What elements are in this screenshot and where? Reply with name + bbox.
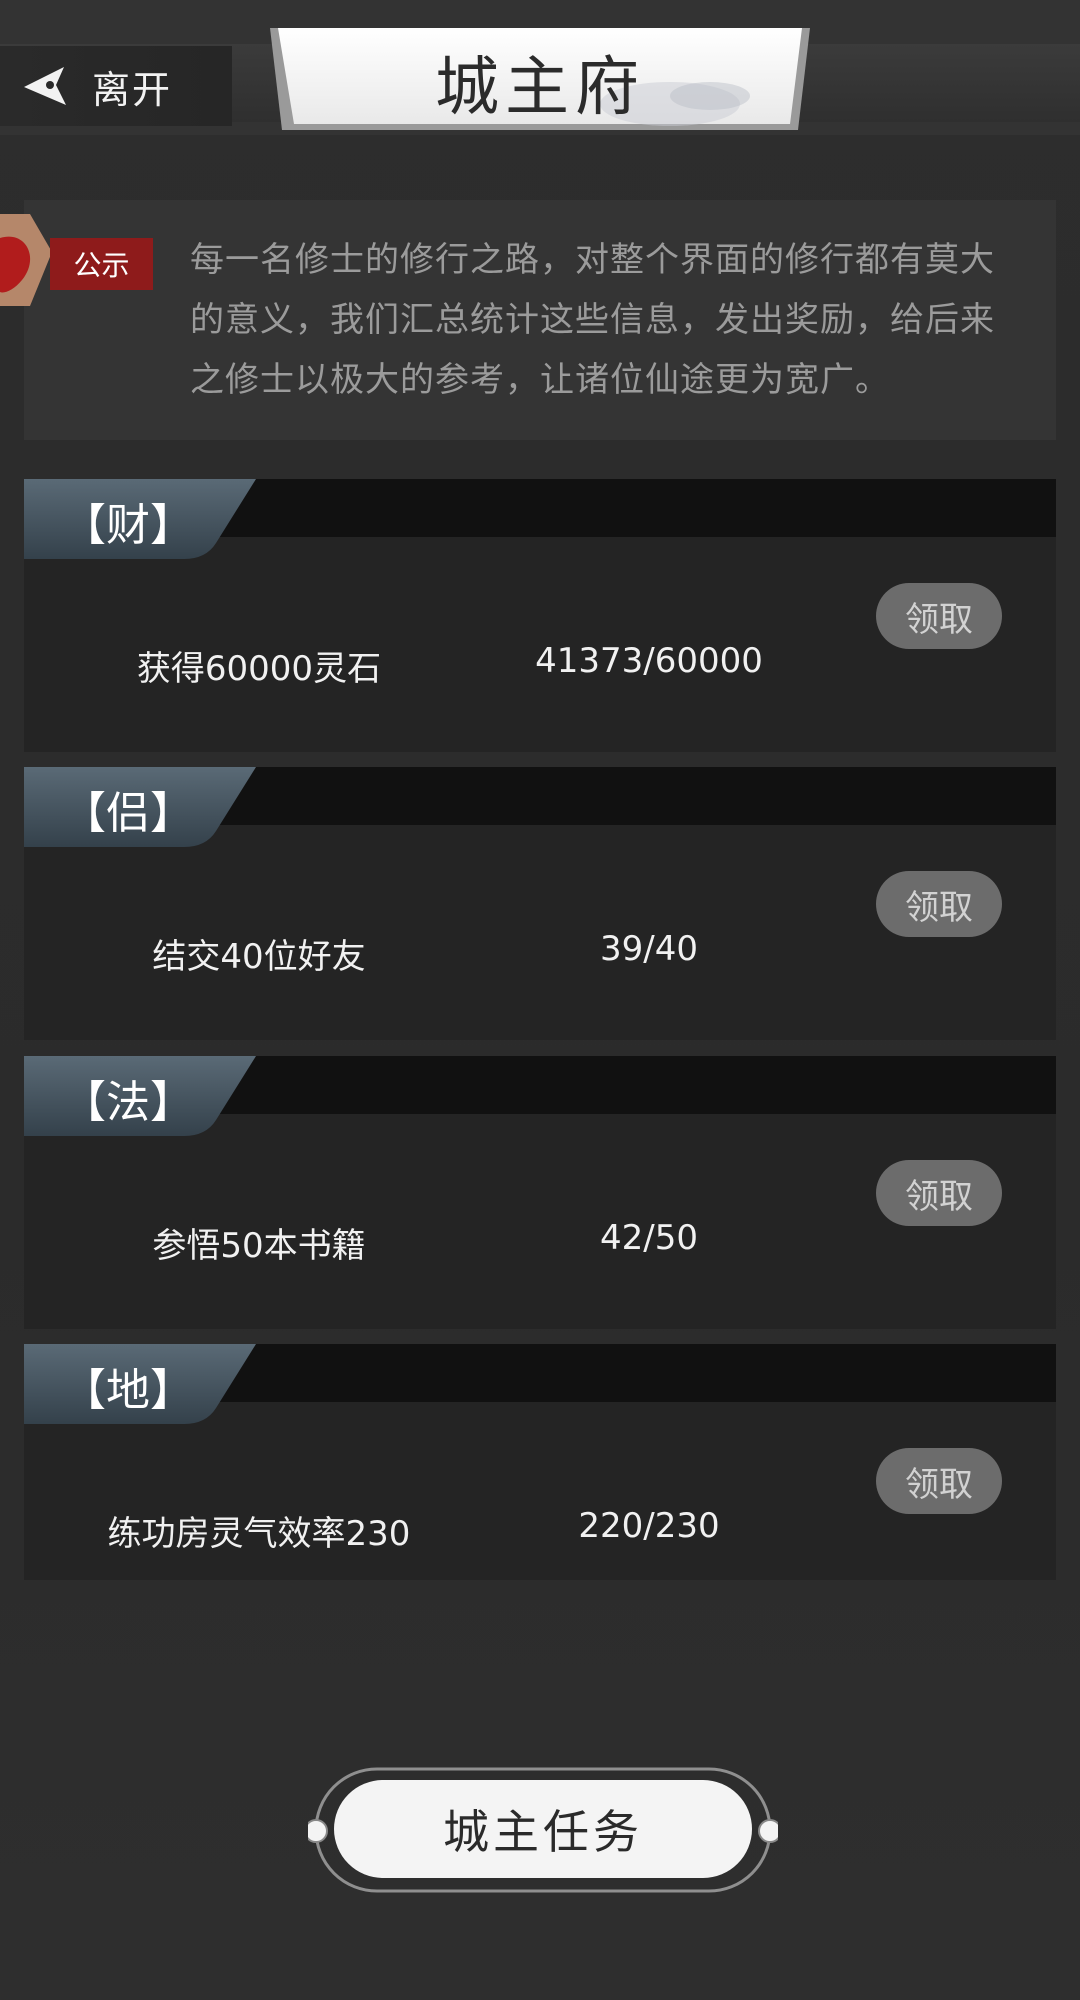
header: 离开 城主府	[0, 0, 1080, 135]
notice-line: 之修士以极大的参考，让诸位仙途更为宽广。	[190, 360, 890, 400]
leave-label: 离开	[92, 67, 173, 112]
card-category-tab: 【财】	[24, 479, 284, 561]
city-lord-mission-button[interactable]: 城主任务	[334, 1780, 752, 1878]
card-category-label: 【财】	[62, 500, 194, 551]
claim-button[interactable]: 领取	[876, 871, 1002, 937]
card-category-label: 【地】	[62, 1365, 194, 1416]
task-progress: 39/40	[600, 929, 698, 969]
task-card-land: 【地】 练功房灵气效率230 220/230 领取	[24, 1344, 1056, 1580]
notice-text: 每一名修士的修行之路，对整个界面的修行都有莫大 的意义，我们汇总统计这些信息，发…	[190, 230, 1028, 410]
task-card-companion: 【侣】 结交40位好友 39/40 领取	[24, 767, 1056, 1040]
task-progress: 220/230	[578, 1506, 720, 1546]
leave-button[interactable]: 离开	[0, 46, 232, 126]
page-title: 城主府	[435, 51, 645, 125]
title-plate: 城主府	[270, 24, 810, 134]
notice-line: 每一名修士的修行之路，对整个界面的修行都有莫大	[190, 240, 995, 280]
task-description: 结交40位好友	[152, 937, 366, 977]
task-description: 获得60000灵石	[136, 649, 382, 689]
card-category-tab: 【法】	[24, 1056, 284, 1138]
task-progress: 42/50	[600, 1218, 698, 1258]
card-category-tab: 【侣】	[24, 767, 284, 849]
back-arrow-icon	[24, 67, 66, 105]
claim-button[interactable]: 领取	[876, 1448, 1002, 1514]
claim-button[interactable]: 领取	[876, 1160, 1002, 1226]
task-card-dharma: 【法】 参悟50本书籍 42/50 领取	[24, 1056, 1056, 1329]
card-category-label: 【侣】	[62, 788, 194, 839]
task-description: 练功房灵气效率230	[107, 1514, 411, 1554]
notice-tag: 公示	[50, 238, 153, 290]
task-card-wealth: 【财】 获得60000灵石 41373/60000 领取	[24, 479, 1056, 752]
city-lord-mansion-screen: 离开 城主府 公示 每一名修士的修行之路，对整个界面的修行都有莫大 的意义，我们…	[0, 0, 1080, 2000]
card-category-tab: 【地】	[24, 1344, 284, 1426]
claim-button[interactable]: 领取	[876, 583, 1002, 649]
task-progress: 41373/60000	[535, 641, 763, 681]
mission-button-frame: 城主任务	[308, 1765, 778, 1895]
task-description: 参悟50本书籍	[152, 1226, 366, 1266]
card-category-label: 【法】	[62, 1077, 194, 1128]
notice-line: 的意义，我们汇总统计这些信息，发出奖励，给后来	[190, 300, 995, 340]
